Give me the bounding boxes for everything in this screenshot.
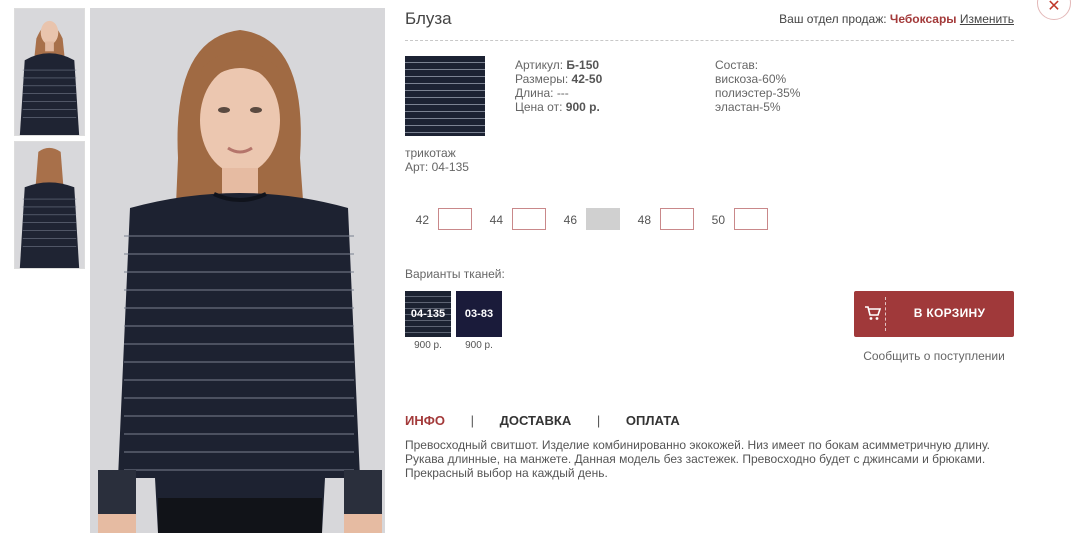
variant-price: 900 р. (414, 340, 442, 351)
size-label: 42 (415, 213, 429, 227)
info-tabs: ИНФО | ДОСТАВКА | ОПЛАТА (405, 413, 680, 428)
composition-item: вискоза-60% (715, 72, 787, 86)
price-label: Цена от: (515, 100, 563, 114)
tab-delivery[interactable]: ДОСТАВКА (500, 413, 572, 428)
composition-item: полиэстер-35% (715, 86, 801, 100)
size-quantity-input[interactable] (660, 208, 694, 230)
tab-separator: | (596, 413, 601, 428)
size-quantity-input[interactable] (512, 208, 546, 230)
product-info: Артикул: Б-150 Размеры: 42-50 Длина: ---… (515, 58, 602, 114)
model-back-image (15, 142, 84, 268)
size-quantity-input-disabled (586, 208, 620, 230)
thumbnail-back[interactable] (14, 141, 85, 269)
close-icon: ✕ (1047, 0, 1061, 15)
thumbnail-front[interactable] (14, 8, 85, 136)
size-quantity-input[interactable] (438, 208, 472, 230)
model-front-image (15, 9, 84, 135)
fabric-name: трикотаж (405, 146, 456, 160)
article-value: Б-150 (566, 58, 600, 72)
size-label: 48 (637, 213, 651, 227)
article-label: Артикул: (515, 58, 564, 72)
close-button[interactable]: ✕ (1037, 0, 1071, 20)
notify-availability-link[interactable]: Сообщить о поступлении (854, 349, 1014, 363)
composition: Состав: вискоза-60% полиэстер-35% эласта… (715, 58, 800, 114)
composition-label: Состав: (715, 58, 759, 72)
sizes-value: 42-50 (571, 72, 603, 86)
fabric-article: Арт: 04-135 (405, 160, 469, 174)
sales-department: Ваш отдел продаж: Чебоксары Изменить (779, 12, 1014, 26)
fabric-variant[interactable]: 03-83 900 р. (456, 291, 502, 351)
size-label: 50 (711, 213, 725, 227)
variant-code: 03-83 (456, 291, 502, 337)
size-quantity-input[interactable] (734, 208, 768, 230)
price-value: 900 р. (565, 100, 600, 114)
fabric-variants-label: Варианты тканей: (405, 267, 505, 281)
add-to-cart-button[interactable]: В КОРЗИНУ (854, 291, 1014, 337)
length-value: --- (556, 86, 569, 100)
product-title: Блуза (405, 9, 452, 28)
tab-separator: | (470, 413, 474, 428)
tab-info[interactable]: ИНФО (405, 413, 445, 428)
main-product-photo (90, 8, 385, 533)
variant-code: 04-135 (405, 291, 451, 337)
sizes-label: Размеры: (515, 72, 569, 86)
composition-item: эластан-5% (715, 100, 781, 114)
variant-price: 900 р. (465, 340, 493, 351)
tab-payment[interactable]: ОПЛАТА (626, 413, 680, 428)
sales-city: Чебоксары (889, 12, 957, 26)
change-city-link[interactable]: Изменить (960, 12, 1014, 26)
sales-dept-label: Ваш отдел продаж: (779, 12, 887, 26)
divider (405, 40, 1014, 41)
fabric-variant[interactable]: 04-135 900 р. (405, 291, 451, 351)
product-description: Превосходный свитшот. Изделие комбиниров… (405, 438, 990, 480)
size-label: 46 (563, 213, 577, 227)
size-label: 44 (489, 213, 503, 227)
cart-icon (865, 306, 882, 320)
length-label: Длина: (515, 86, 554, 100)
fabric-swatch (405, 56, 485, 136)
cart-button-label: В КОРЗИНУ (913, 306, 986, 320)
